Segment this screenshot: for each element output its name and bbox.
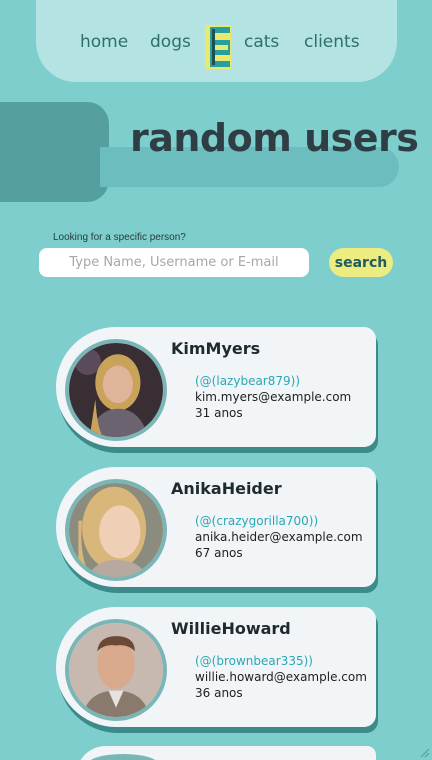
user-photo xyxy=(69,343,163,437)
user-card[interactable]: KimMyers (@(lazybear879)) kim.myers@exam… xyxy=(56,327,378,453)
user-age: 36 anos xyxy=(195,686,243,700)
resize-handle-icon[interactable] xyxy=(420,748,430,758)
user-email: willie.howard@example.com xyxy=(195,670,367,684)
logo-icon[interactable] xyxy=(205,25,231,69)
search-label: Looking for a specific person? xyxy=(53,232,186,243)
user-username: (@(brownbear335)) xyxy=(195,654,313,668)
user-username: (@(lazybear879)) xyxy=(195,374,301,388)
user-name: KimMyers xyxy=(171,339,261,358)
user-email: anika.heider@example.com xyxy=(195,530,363,544)
user-photo xyxy=(69,483,163,577)
navbar: home dogs cats clients xyxy=(36,0,397,82)
user-username: (@(crazygorilla700)) xyxy=(195,514,319,528)
user-card[interactable]: AnikaHeider (@(crazygorilla700)) anika.h… xyxy=(56,467,378,593)
avatar xyxy=(65,619,167,721)
user-age: 31 anos xyxy=(195,406,243,420)
search-button[interactable]: search xyxy=(329,248,393,277)
page-title: random users xyxy=(130,116,419,160)
avatar xyxy=(65,339,167,441)
user-card[interactable]: WillieHoward (@(brownbear335)) willie.ho… xyxy=(56,607,378,733)
hero-decoration-block xyxy=(0,102,109,202)
user-photo xyxy=(69,623,163,717)
avatar xyxy=(65,479,167,581)
user-name: WillieHoward xyxy=(171,619,291,638)
user-age: 67 anos xyxy=(195,546,243,560)
nav-link-cats[interactable]: cats xyxy=(244,32,279,52)
user-name: AnikaHeider xyxy=(171,479,282,498)
user-email: kim.myers@example.com xyxy=(195,390,352,404)
search-input[interactable] xyxy=(39,248,309,277)
nav-link-dogs[interactable]: dogs xyxy=(150,32,191,52)
nav-link-clients[interactable]: clients xyxy=(304,32,360,52)
nav-link-home[interactable]: home xyxy=(80,32,128,52)
